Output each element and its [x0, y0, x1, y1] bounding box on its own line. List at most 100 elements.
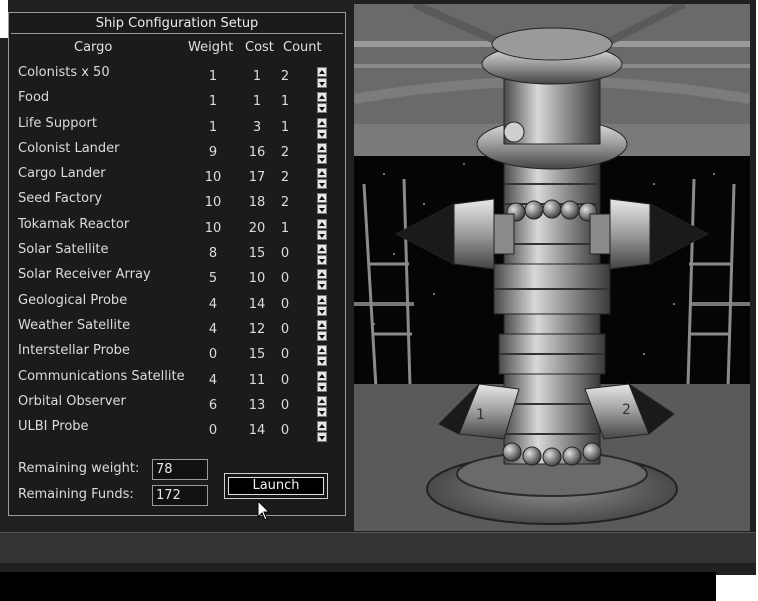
header-weight: Weight	[188, 40, 234, 55]
cargo-count: 1	[280, 220, 290, 236]
cargo-weight: 10	[204, 170, 222, 186]
decrement-arrow-icon[interactable]	[317, 103, 327, 114]
decrement-arrow-icon[interactable]	[317, 406, 327, 417]
cargo-cost: 20	[248, 220, 266, 236]
increment-arrow-icon[interactable]	[317, 168, 327, 179]
cargo-row: Communications Satellite 4 11 0	[9, 369, 345, 394]
decrement-arrow-icon[interactable]	[317, 78, 327, 88]
increment-arrow-icon[interactable]	[317, 319, 327, 330]
cargo-cost: 14	[248, 296, 266, 312]
cargo-name: Cargo Lander	[18, 166, 106, 182]
remaining-weight-label: Remaining weight:	[18, 461, 140, 476]
decrement-arrow-icon[interactable]	[317, 381, 327, 392]
decrement-arrow-icon[interactable]	[317, 255, 327, 266]
increment-arrow-icon[interactable]	[317, 421, 327, 432]
cargo-weight: 5	[208, 271, 218, 287]
decrement-arrow-icon[interactable]	[317, 432, 327, 443]
increment-arrow-icon[interactable]	[317, 67, 327, 77]
decrement-arrow-icon[interactable]	[317, 179, 327, 190]
count-spinner	[317, 218, 327, 240]
header-cargo: Cargo	[74, 40, 113, 55]
bottom-bar	[0, 572, 716, 601]
increment-arrow-icon[interactable]	[317, 370, 327, 381]
decrement-arrow-icon[interactable]	[317, 330, 327, 341]
panel-title: Ship Configuration Setup	[11, 15, 343, 34]
count-spinner	[317, 319, 327, 341]
increment-arrow-icon[interactable]	[317, 345, 327, 356]
cargo-name: Orbital Observer	[18, 393, 126, 409]
increment-arrow-icon[interactable]	[317, 269, 327, 280]
cargo-cost: 18	[248, 195, 266, 211]
count-spinner	[317, 421, 327, 443]
cargo-row: Life Support 1 3 1	[9, 116, 345, 141]
increment-arrow-icon[interactable]	[317, 218, 327, 229]
cargo-cost: 16	[248, 144, 266, 160]
cargo-cost: 1	[252, 69, 262, 84]
header-count: Count	[283, 40, 322, 55]
remaining-funds-field: 172	[152, 485, 208, 506]
cargo-row: Seed Factory 10 18 2	[9, 191, 345, 216]
decrement-arrow-icon[interactable]	[317, 229, 327, 240]
cargo-count: 2	[280, 144, 290, 160]
cargo-name: Tokamak Reactor	[18, 216, 130, 232]
cargo-count: 0	[280, 296, 290, 312]
cargo-cost: 3	[252, 119, 262, 135]
cargo-name: Weather Satellite	[18, 317, 131, 333]
cargo-name: Food	[18, 90, 50, 106]
count-spinner	[317, 370, 327, 392]
increment-arrow-icon[interactable]	[317, 395, 327, 406]
count-spinner	[317, 142, 327, 164]
decrement-arrow-icon[interactable]	[317, 356, 327, 367]
decrement-arrow-icon[interactable]	[317, 153, 327, 164]
cargo-count: 1	[280, 119, 290, 135]
increment-arrow-icon[interactable]	[317, 244, 327, 255]
count-spinner	[317, 345, 327, 367]
increment-arrow-icon[interactable]	[317, 193, 327, 204]
cargo-cost: 1	[252, 94, 262, 110]
decrement-arrow-icon[interactable]	[317, 128, 327, 139]
cargo-row: Geological Probe 4 14 0	[9, 293, 345, 318]
ship-configuration-panel: Ship Configuration Setup Cargo Weight Co…	[8, 12, 346, 521]
increment-arrow-icon[interactable]	[317, 142, 327, 153]
decrement-arrow-icon[interactable]	[317, 305, 327, 316]
cargo-count: 0	[280, 246, 290, 262]
cargo-weight: 1	[208, 119, 218, 135]
cargo-name: ULBI Probe	[18, 419, 89, 435]
cargo-cost: 17	[248, 170, 266, 186]
count-spinner	[317, 168, 327, 190]
count-spinner	[317, 117, 327, 139]
count-spinner	[317, 294, 327, 316]
cargo-row: Weather Satellite 4 12 0	[9, 318, 345, 343]
remaining-weight-field: 78	[152, 459, 208, 480]
launch-button[interactable]: Launch	[228, 477, 324, 495]
increment-arrow-icon[interactable]	[317, 92, 327, 103]
cargo-weight: 0	[208, 347, 218, 363]
cargo-row: Orbital Observer 6 13 0	[9, 394, 345, 419]
cargo-name: Solar Satellite	[18, 242, 109, 258]
count-spinner	[317, 92, 327, 114]
cargo-cost: 15	[248, 246, 266, 262]
increment-arrow-icon[interactable]	[317, 294, 327, 305]
launch-button-frame: Launch	[224, 473, 328, 499]
mouse-pointer-icon	[257, 500, 271, 521]
cargo-cost: 10	[248, 271, 266, 287]
cargo-count: 2	[280, 195, 290, 211]
increment-arrow-icon[interactable]	[317, 117, 327, 128]
cargo-weight: 10	[204, 220, 222, 236]
cargo-name: Life Support	[18, 115, 97, 131]
cargo-row: Cargo Lander 10 17 2	[9, 166, 345, 191]
count-spinner	[317, 67, 327, 88]
decrement-arrow-icon[interactable]	[317, 204, 327, 215]
cargo-row: Colonists x 50 1 1 2	[9, 65, 345, 90]
cargo-count: 0	[280, 423, 290, 439]
cargo-weight: 6	[208, 397, 218, 413]
cargo-row: Tokamak Reactor 10 20 1	[9, 217, 345, 242]
decrement-arrow-icon[interactable]	[317, 280, 327, 291]
header-cost: Cost	[245, 40, 274, 55]
cargo-row: ULBI Probe 0 14 0	[9, 419, 345, 444]
cargo-weight: 4	[208, 372, 218, 388]
cargo-name: Solar Receiver Array	[18, 267, 151, 283]
cargo-cost: 15	[248, 347, 266, 363]
spaceship-scene: 1 2	[354, 4, 750, 531]
cargo-weight: 4	[208, 321, 218, 337]
